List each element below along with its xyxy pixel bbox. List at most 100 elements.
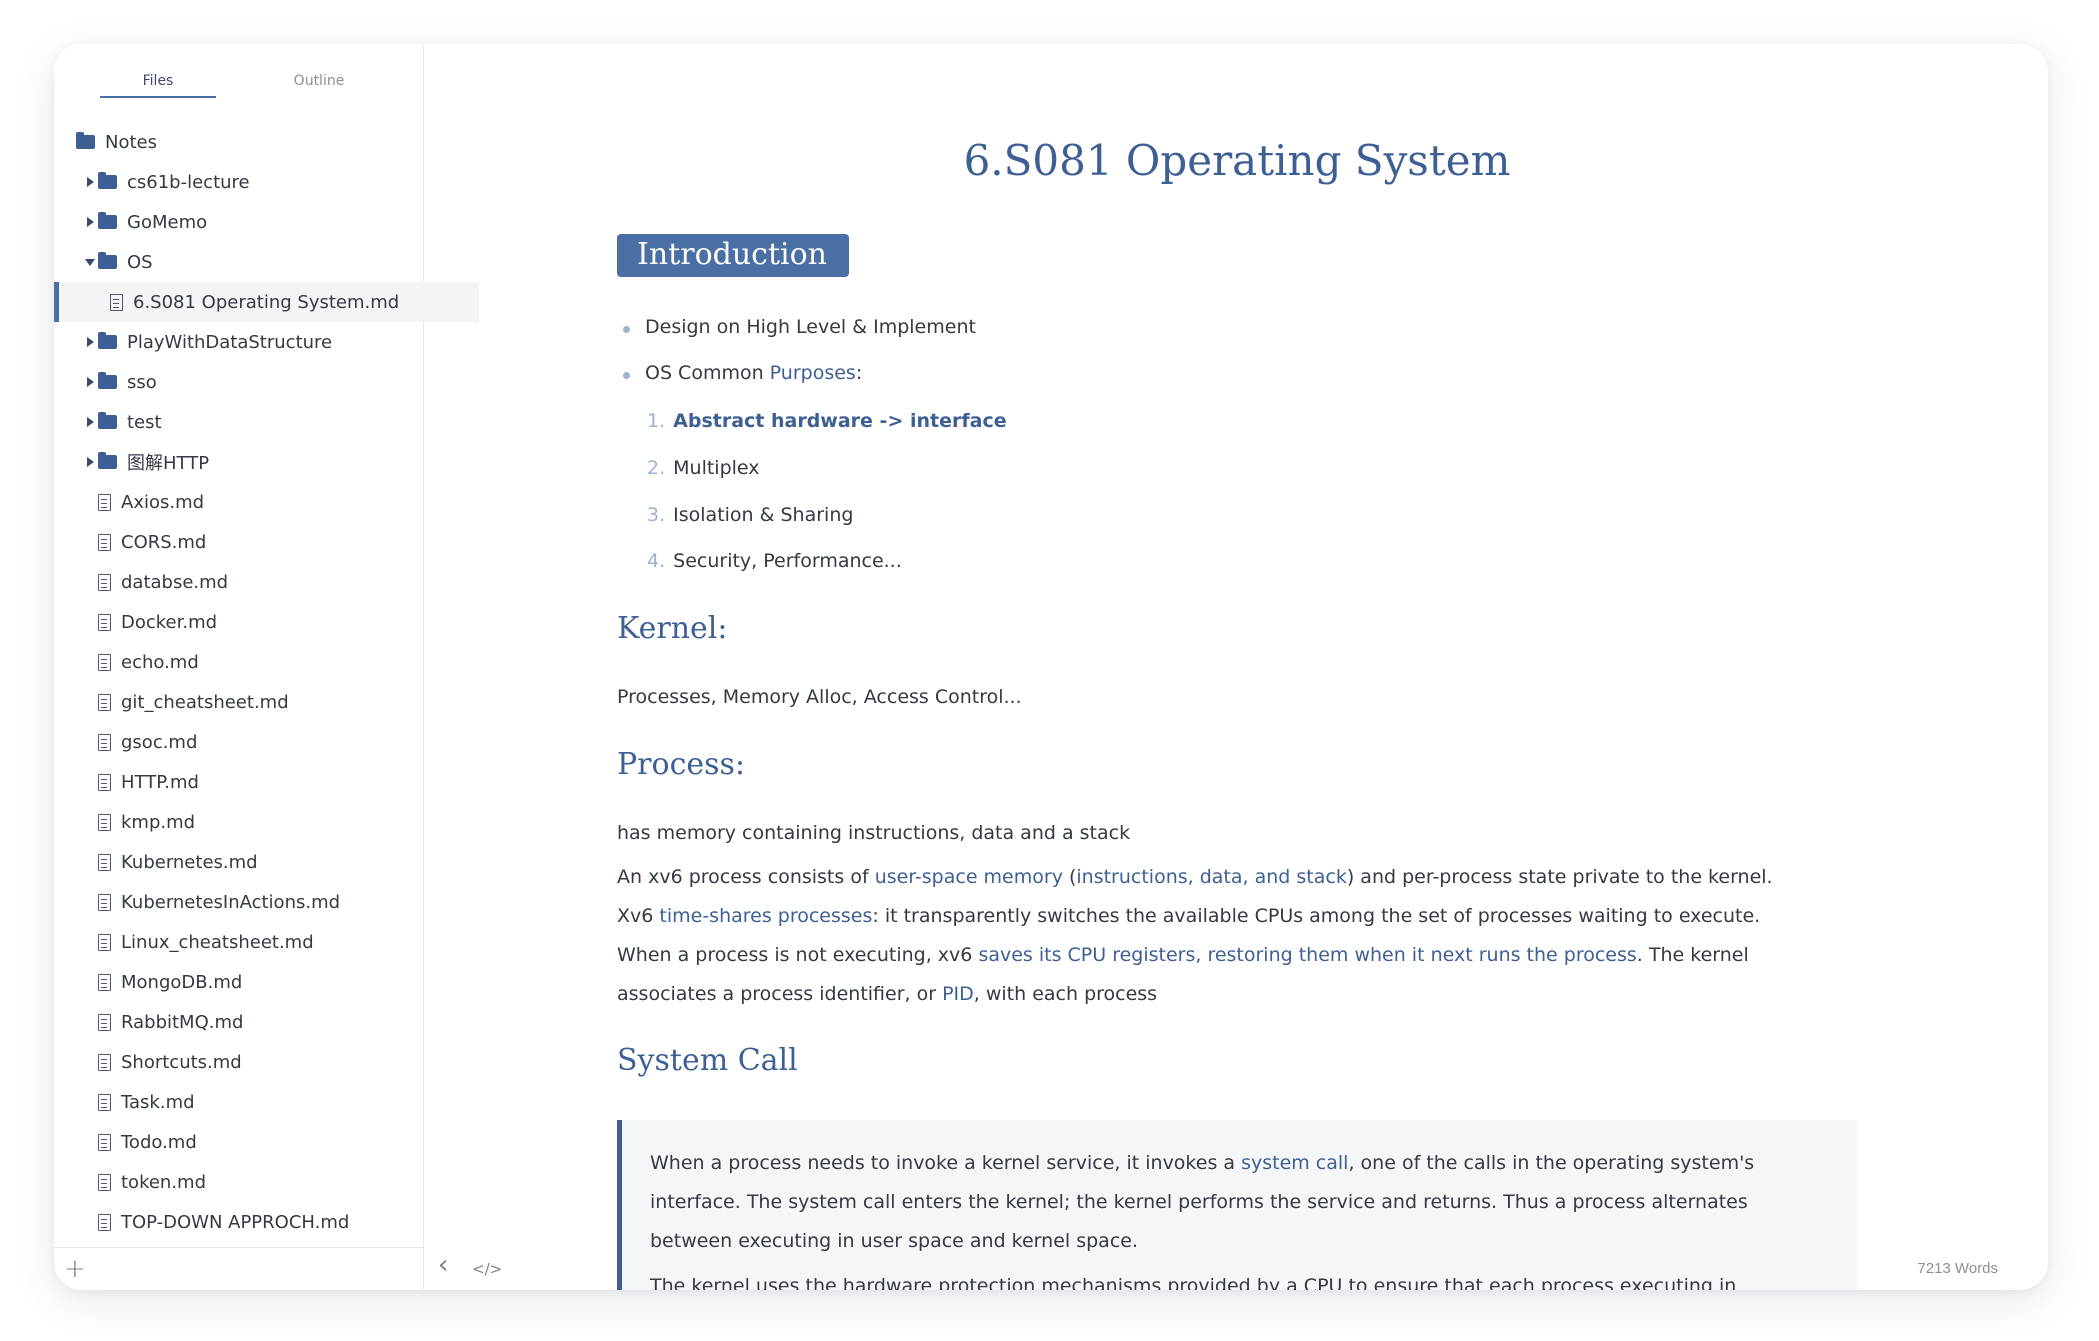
heading-kernel: Kernel: xyxy=(617,611,728,646)
file-icon xyxy=(98,1133,111,1151)
tree-file[interactable]: Linux_cheatsheet.md xyxy=(54,922,467,962)
tree-file[interactable]: CORS.md xyxy=(54,522,467,562)
tree-item-label: PlayWithDataStructure xyxy=(127,331,333,353)
tree-item-label: TOP-DOWN APPROCH.md xyxy=(121,1211,350,1233)
tree-item-label: CORS.md xyxy=(121,531,207,553)
file-icon xyxy=(98,1173,111,1191)
word-count[interactable]: 7213 Words xyxy=(1917,1260,1998,1277)
tree-file[interactable]: RabbitMQ.md xyxy=(54,1002,467,1042)
tree-item-label: MongoDB.md xyxy=(121,971,243,993)
link-purposes[interactable]: Purposes xyxy=(770,362,856,384)
tree-folder[interactable]: Notes xyxy=(54,122,445,162)
caret-right-icon[interactable] xyxy=(84,216,96,228)
heading-introduction: Introduction xyxy=(617,234,849,277)
tree-file[interactable]: HTTP.md xyxy=(54,762,467,802)
list-item: Design on High Level & Implement xyxy=(623,316,976,338)
tree-item-label: Notes xyxy=(105,131,157,153)
numbered-item: 2. Multiplex xyxy=(647,457,760,479)
folder-icon xyxy=(98,412,117,429)
tree-file[interactable]: kmp.md xyxy=(54,802,467,842)
tree-item-label: 图解HTTP xyxy=(127,453,210,474)
heading-system-call: System Call xyxy=(617,1043,798,1078)
editor-footer: ‹ </> 7213 Words xyxy=(424,1248,2048,1290)
file-icon xyxy=(98,893,111,911)
tree-file[interactable]: Todo.md xyxy=(54,1122,467,1162)
tree-folder[interactable]: sso xyxy=(54,362,453,402)
tree-file[interactable]: git_cheatsheet.md xyxy=(54,682,467,722)
file-icon xyxy=(98,653,111,671)
tree-item-label: Docker.md xyxy=(121,611,218,633)
caret-right-icon[interactable] xyxy=(84,416,96,428)
tree-file[interactable]: Docker.md xyxy=(54,602,467,642)
tree-item-label: Linux_cheatsheet.md xyxy=(121,931,314,953)
tree-file[interactable]: echo.md xyxy=(54,642,467,682)
add-icon[interactable]: + xyxy=(64,1254,86,1284)
editor[interactable]: 6.S081 Operating System Introduction Des… xyxy=(424,44,2048,1290)
tree-folder[interactable]: cs61b-lecture xyxy=(54,162,453,202)
folder-icon xyxy=(98,332,117,349)
tree-folder[interactable]: GoMemo xyxy=(54,202,453,242)
file-icon xyxy=(98,733,111,751)
tree-file[interactable]: Kubernetes.md xyxy=(54,842,467,882)
sidebar: Files Outline Notes cs61b-lecture GoMemo OS… xyxy=(54,44,479,1290)
file-icon xyxy=(98,813,111,831)
tree-item-label: git_cheatsheet.md xyxy=(121,691,289,713)
tree-item-label: databse.md xyxy=(121,571,229,593)
file-icon xyxy=(98,933,111,951)
quote-paragraph: When a process needs to invoke a kernel … xyxy=(650,1152,1755,1252)
folder-icon xyxy=(98,252,117,269)
tree-item-label: cs61b-lecture xyxy=(127,171,250,193)
tree-folder[interactable]: OS xyxy=(54,242,453,282)
tree-file[interactable]: TOP-DOWN APPROCH.md xyxy=(54,1202,467,1242)
tree-file[interactable]: Axios.md xyxy=(54,482,467,522)
tab-outline[interactable]: Outline xyxy=(269,66,369,96)
sidebar-footer: + xyxy=(54,1247,423,1290)
caret-right-icon[interactable] xyxy=(84,376,96,388)
caret-right-icon[interactable] xyxy=(84,456,96,468)
folder-icon xyxy=(98,212,117,229)
file-icon xyxy=(110,293,123,311)
tree-item-label: 6.S081 Operating System.md xyxy=(133,291,400,313)
tree-item-label: test xyxy=(127,411,162,433)
tree-item-label: Axios.md xyxy=(121,491,205,513)
file-icon xyxy=(98,1093,111,1111)
tree-folder[interactable]: 图解HTTP xyxy=(54,442,453,482)
tree-file[interactable]: databse.md xyxy=(54,562,467,602)
numbered-item: 4. Security, Performance... xyxy=(647,550,902,572)
tree-folder[interactable]: test xyxy=(54,402,453,442)
tree-folder[interactable]: PlayWithDataStructure xyxy=(54,322,453,362)
tree-file[interactable]: gsoc.md xyxy=(54,722,467,762)
tree-file[interactable]: Shortcuts.md xyxy=(54,1042,467,1082)
tab-files[interactable]: Files xyxy=(100,66,216,98)
folder-icon xyxy=(98,452,117,469)
file-icon xyxy=(98,1213,111,1231)
sidebar-tabs: Files Outline xyxy=(54,44,423,104)
tree-item-label: KubernetesInActions.md xyxy=(121,891,341,913)
tree-item-label: Shortcuts.md xyxy=(121,1051,242,1073)
file-icon xyxy=(98,493,111,511)
chevron-left-icon[interactable]: ‹ xyxy=(438,1250,448,1280)
tree-file[interactable]: KubernetesInActions.md xyxy=(54,882,467,922)
tree-file[interactable]: Task.md xyxy=(54,1082,467,1122)
file-icon xyxy=(98,773,111,791)
tree-item-label: gsoc.md xyxy=(121,731,198,753)
tree-item-label: HTTP.md xyxy=(121,771,199,793)
caret-right-icon[interactable] xyxy=(84,336,96,348)
tree-file[interactable]: MongoDB.md xyxy=(54,962,467,1002)
tree-item-label: token.md xyxy=(121,1171,207,1193)
file-icon xyxy=(98,853,111,871)
caret-down-icon[interactable] xyxy=(84,256,96,268)
paragraph: An xv6 process consists of user-space me… xyxy=(617,866,1773,1005)
tree-item-label: echo.md xyxy=(121,651,199,673)
tree-item-label: GoMemo xyxy=(127,211,208,233)
tree-file[interactable]: token.md xyxy=(54,1162,467,1202)
heading-process: Process: xyxy=(617,747,746,782)
app-window: Files Outline Notes cs61b-lecture GoMemo OS… xyxy=(54,44,2048,1290)
numbered-item: 1. Abstract hardware -> interface xyxy=(647,410,1007,432)
tree-item-label: sso xyxy=(127,371,157,393)
tree-item-label: Task.md xyxy=(121,1091,195,1113)
caret-right-icon[interactable] xyxy=(84,176,96,188)
source-code-icon[interactable]: </> xyxy=(472,1260,502,1278)
tree-file[interactable]: 6.S081 Operating System.md xyxy=(54,282,479,322)
document-title: 6.S081 Operating System xyxy=(963,136,1511,185)
